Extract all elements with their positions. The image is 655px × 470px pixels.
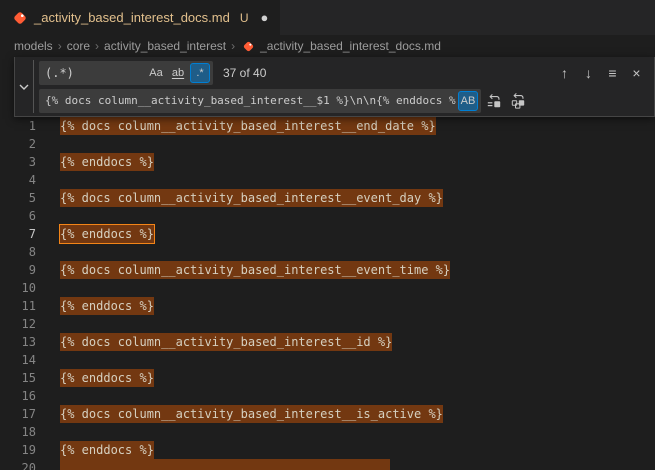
code-text: {% docs column__activity_based_interest_… <box>60 261 450 279</box>
editor-line[interactable]: 14 <box>0 351 655 369</box>
editor-line[interactable]: 6 <box>0 207 655 225</box>
line-number: 6 <box>0 207 48 225</box>
code-text: {% enddocs %} <box>60 225 154 243</box>
code-text: {% docs column__activity_based_interest_… <box>60 405 443 423</box>
editor-line[interactable]: 10 <box>0 279 655 297</box>
code-text: {% enddocs %} <box>60 369 154 387</box>
editor-line[interactable]: 17 {% docs column__activity_based_intere… <box>0 405 655 423</box>
find-replace-widget: (.*) Aa ab .* 37 of 40 ↑ ↓ ≡ × {% docs c… <box>14 57 655 117</box>
line-number: 20 <box>0 459 48 470</box>
match-case-button[interactable]: Aa <box>146 63 166 83</box>
editor-line[interactable]: 8 <box>0 243 655 261</box>
replace-input[interactable]: {% docs column__activity_based_interest_… <box>39 89 481 113</box>
editor-line[interactable]: 12 <box>0 315 655 333</box>
code-text <box>60 459 390 470</box>
code-text: {% docs column__activity_based_interest_… <box>60 117 436 135</box>
vscode-window: _activity_based_interest_docs.md U ● mod… <box>0 0 655 57</box>
find-in-selection-button[interactable]: ≡ <box>601 62 624 84</box>
preserve-case-button[interactable]: AB <box>458 91 478 111</box>
code-text: {% enddocs %} <box>60 297 154 315</box>
next-match-button[interactable]: ↓ <box>577 62 600 84</box>
find-value: (.*) <box>45 66 144 80</box>
line-number: 8 <box>0 243 48 261</box>
editor[interactable]: 1 {% docs column__activity_based_interes… <box>0 57 655 470</box>
code-text: {% enddocs %} <box>60 441 154 459</box>
replace-all-button[interactable] <box>506 90 529 112</box>
editor-line[interactable]: 7 {% enddocs %} <box>0 225 655 243</box>
line-number: 19 <box>0 441 48 459</box>
line-number: 9 <box>0 261 48 279</box>
code-text: {% enddocs %} <box>60 153 154 171</box>
git-status-badge: U <box>240 11 249 25</box>
replace-icon <box>486 93 502 109</box>
dbt-file-icon <box>12 10 28 26</box>
editor-line[interactable]: 3 {% enddocs %} <box>0 153 655 171</box>
chevron-down-icon <box>19 78 29 96</box>
editor-line[interactable]: 2 <box>0 135 655 153</box>
line-number: 16 <box>0 387 48 405</box>
editor-line[interactable]: 5 {% docs column__activity_based_interes… <box>0 189 655 207</box>
replace-row: {% docs column__activity_based_interest_… <box>39 88 648 113</box>
editor-line[interactable]: 13 {% docs column__activity_based_intere… <box>0 333 655 351</box>
previous-match-button[interactable]: ↑ <box>553 62 576 84</box>
line-number: 15 <box>0 369 48 387</box>
line-number: 3 <box>0 153 48 171</box>
line-number: 1 <box>0 117 48 135</box>
replace-all-icon <box>510 93 526 109</box>
close-button[interactable]: × <box>625 62 648 84</box>
line-number: 4 <box>0 171 48 189</box>
line-number: 18 <box>0 423 48 441</box>
breadcrumb-item-activity-based-interest[interactable]: activity_based_interest <box>104 39 226 53</box>
line-number: 12 <box>0 315 48 333</box>
editor-line[interactable]: 18 <box>0 423 655 441</box>
editor-line[interactable]: 16 <box>0 387 655 405</box>
tab-activity-based-interest-docs[interactable]: _activity_based_interest_docs.md U ● <box>0 0 281 35</box>
editor-lines: 1 {% docs column__activity_based_interes… <box>0 57 655 470</box>
line-number: 10 <box>0 279 48 297</box>
editor-line[interactable]: 1 {% docs column__activity_based_interes… <box>0 117 655 135</box>
line-number: 11 <box>0 297 48 315</box>
replace-button[interactable] <box>482 90 505 112</box>
line-number: 2 <box>0 135 48 153</box>
toggle-replace-button[interactable] <box>15 60 33 113</box>
line-number: 5 <box>0 189 48 207</box>
editor-line[interactable]: 15 {% enddocs %} <box>0 369 655 387</box>
regex-button[interactable]: .* <box>190 63 210 83</box>
breadcrumb-item-file[interactable]: _activity_based_interest_docs.md <box>260 39 441 53</box>
find-row: (.*) Aa ab .* 37 of 40 ↑ ↓ ≡ × <box>39 60 648 85</box>
breadcrumb-item-core[interactable]: core <box>67 39 90 53</box>
line-number: 17 <box>0 405 48 423</box>
breadcrumb: models › core › activity_based_interest … <box>0 35 655 57</box>
tab-title: _activity_based_interest_docs.md <box>34 10 230 25</box>
breadcrumb-separator: › <box>95 39 99 53</box>
line-number: 13 <box>0 333 48 351</box>
code-text: {% docs column__activity_based_interest_… <box>60 189 443 207</box>
dirty-indicator[interactable]: ● <box>261 10 269 25</box>
find-input[interactable]: (.*) Aa ab .* <box>39 61 213 85</box>
editor-line[interactable]: 19 {% enddocs %} <box>0 441 655 459</box>
editor-line[interactable]: 20 <box>0 459 655 470</box>
breadcrumb-separator: › <box>231 39 235 53</box>
dbt-file-icon <box>242 40 255 53</box>
editor-line[interactable]: 11 {% enddocs %} <box>0 297 655 315</box>
editor-line[interactable]: 4 <box>0 171 655 189</box>
results-count: 37 of 40 <box>223 66 266 80</box>
tab-bar: _activity_based_interest_docs.md U ● <box>0 0 655 35</box>
breadcrumb-separator: › <box>58 39 62 53</box>
whole-word-button[interactable]: ab <box>168 63 188 83</box>
replace-value: {% docs column__activity_based_interest_… <box>45 94 456 107</box>
line-number: 14 <box>0 351 48 369</box>
breadcrumb-item-models[interactable]: models <box>14 39 53 53</box>
line-number: 7 <box>0 225 48 243</box>
code-text: {% docs column__activity_based_interest_… <box>60 333 392 351</box>
editor-line[interactable]: 9 {% docs column__activity_based_interes… <box>0 261 655 279</box>
